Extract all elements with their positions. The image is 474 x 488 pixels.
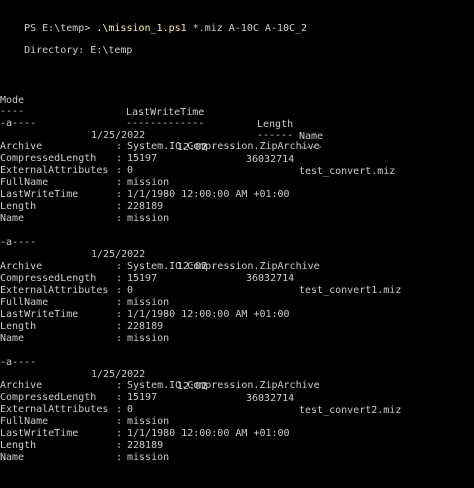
property-row: FullName: mission [0, 165, 474, 188]
property-row: Name: mission [0, 440, 474, 463]
property-row: Length:228189 [0, 189, 474, 212]
column-header-dashes: ---- ------------- ------ ---- [0, 94, 474, 153]
file-mode: -a---- [0, 237, 37, 248]
file-row: -a---- 1/25/2022 12:02 36032714 test_con… [0, 106, 474, 177]
property-row: CompressedLength:15197 [0, 141, 474, 164]
property-separator: : [116, 452, 123, 463]
command-script: .\mission_1.ps1 [96, 23, 187, 34]
property-value: mission [127, 333, 170, 344]
prompt-text: PS E:\temp> [24, 23, 97, 34]
command-line: PS E:\temp> .\mission_1.ps1 *.miz A-10C … [0, 11, 307, 34]
property-key: Name [0, 333, 25, 344]
property-row: Archive: System.IO.Compression.ZipArchive [0, 368, 474, 391]
property-key: Name [0, 452, 25, 463]
property-row: LastWriteTime:1/1/1980 12:00:00 AM +01:0… [0, 297, 474, 320]
property-row: LastWriteTime:1/1/1980 12:00:00 AM +01:0… [0, 177, 474, 200]
property-row: ExternalAttributes:0 [0, 153, 474, 176]
file-row: -a---- 1/25/2022 12:02 36032714 test_con… [0, 225, 474, 296]
property-value: mission [127, 213, 170, 224]
property-row: Archive: System.IO.Compression.ZipArchive [0, 129, 474, 152]
file-row: -a---- 1/25/2022 12:02 36032714 test_con… [0, 345, 474, 416]
property-row: Name: mission [0, 201, 474, 224]
command-arguments: *.miz A-10C A-10C_2 [186, 23, 308, 34]
property-row: LastWriteTime:1/1/1980 12:00:00 AM +01:0… [0, 416, 474, 439]
property-row: CompressedLength:15197 [0, 261, 474, 284]
directory-label: Directory: E:\temp [0, 45, 133, 56]
property-row: Archive: System.IO.Compression.ZipArchive [0, 249, 474, 272]
property-separator: : [116, 333, 123, 344]
property-row: ExternalAttributes:0 [0, 273, 474, 296]
property-row: Length:228189 [0, 309, 474, 332]
property-row: Length:228189 [0, 428, 474, 451]
property-separator: : [116, 213, 123, 224]
property-row: ExternalAttributes:0 [0, 392, 474, 415]
property-key: Name [0, 213, 25, 224]
powershell-console[interactable]: PS E:\temp> .\mission_1.ps1 *.miz A-10C … [0, 0, 474, 488]
property-row: FullName: mission [0, 285, 474, 308]
property-row: Name: mission [0, 321, 474, 344]
property-row: FullName: mission [0, 404, 474, 427]
property-row: CompressedLength:15197 [0, 380, 474, 403]
property-value: mission [127, 452, 170, 463]
